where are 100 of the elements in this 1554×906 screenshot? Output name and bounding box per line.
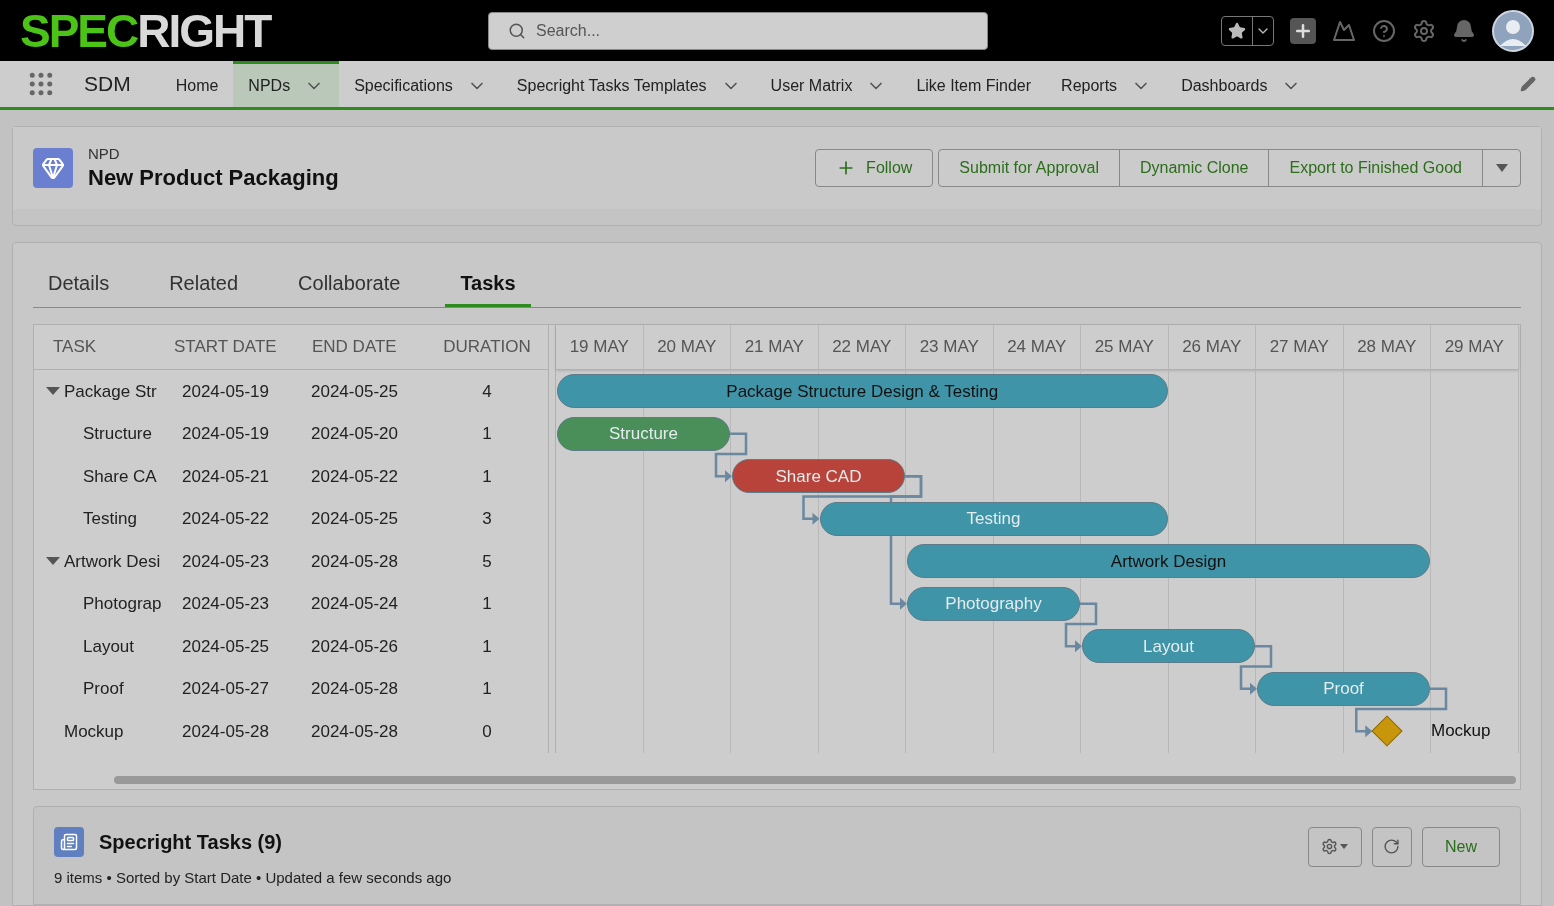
task-bar[interactable]: Artwork Design (907, 544, 1430, 579)
end-date: 2024-05-24 (311, 593, 399, 615)
duration: 1 (481, 678, 493, 700)
refresh-button[interactable] (1372, 826, 1412, 867)
day-header: 19 MAY (556, 325, 644, 369)
task-list-icon (54, 826, 84, 857)
notifications-icon[interactable] (1452, 18, 1476, 43)
start-date: 2024-05-19 (182, 380, 270, 403)
duration: 4 (481, 380, 493, 403)
start-date: 2024-05-27 (182, 678, 270, 700)
start-date: 2024-05-23 (182, 550, 270, 573)
settings-menu-button[interactable] (1308, 826, 1362, 867)
nav-tab[interactable]: Reports (1046, 61, 1167, 107)
star-icon (1228, 21, 1246, 40)
milestone-label: Mockup (1431, 720, 1491, 743)
nav-tab[interactable]: Specifications (339, 61, 502, 107)
avatar[interactable] (1492, 9, 1534, 52)
refresh-icon (1383, 838, 1401, 855)
day-header: 22 MAY (818, 325, 906, 369)
task-name: Structure (83, 423, 152, 445)
action-button[interactable]: Dynamic Clone (1118, 150, 1269, 186)
record-tab[interactable]: Related (154, 261, 254, 307)
record-tab[interactable]: Collaborate (283, 261, 416, 307)
settings-icon[interactable] (1412, 18, 1436, 43)
end-date: 2024-05-28 (311, 720, 399, 743)
end-date: 2024-05-26 (311, 635, 399, 658)
duration: 1 (481, 423, 493, 445)
task-name: Proof (83, 678, 124, 700)
duration: 3 (481, 508, 493, 530)
task-bar[interactable]: Share CAD (732, 459, 905, 494)
action-button[interactable]: Submit for Approval (939, 150, 1119, 186)
day-header: 20 MAY (643, 325, 731, 369)
start-date: 2024-05-28 (182, 720, 270, 743)
app-name: SDM (84, 71, 131, 98)
dependency-arrow (1064, 602, 1098, 653)
task-name: Mockup (64, 720, 124, 743)
task-name: Layout (83, 635, 135, 658)
column-header: END DATE (312, 336, 398, 359)
task-name: Share CA (83, 465, 157, 488)
start-date: 2024-05-25 (182, 635, 270, 658)
day-header: 26 MAY (1168, 325, 1256, 369)
duration: 5 (481, 550, 493, 573)
new-button[interactable]: New (1422, 826, 1500, 867)
end-date: 2024-05-28 (311, 678, 399, 700)
expand-triangle-icon[interactable] (46, 556, 60, 567)
day-header: 28 MAY (1343, 325, 1431, 369)
end-date: 2024-05-22 (311, 465, 399, 488)
mountain-icon[interactable] (1332, 18, 1356, 43)
caret-icon (1340, 844, 1349, 849)
duration: 0 (481, 720, 493, 743)
duration: 1 (481, 635, 493, 658)
add-button[interactable] (1290, 17, 1316, 44)
record-type: NPD (88, 144, 121, 164)
record-tab[interactable]: Tasks (445, 261, 531, 307)
record-title: New Product Packaging (88, 163, 339, 192)
column-header: DURATION (442, 336, 532, 359)
gem-icon (33, 148, 73, 188)
follow-button[interactable]: Follow (815, 149, 934, 187)
search-icon (508, 21, 526, 40)
nav-tab[interactable]: Like Item Finder (901, 61, 1047, 107)
record-tab[interactable]: Details (33, 261, 125, 307)
day-header: 24 MAY (993, 325, 1081, 369)
nav-tab[interactable]: Dashboards (1166, 61, 1317, 107)
related-list-summary: 9 items • Sorted by Start Date • Updated a few seconds ago (54, 867, 452, 888)
nav-tab[interactable]: NPDs (233, 61, 340, 107)
column-header: TASK (52, 336, 98, 359)
edit-icon[interactable] (1520, 76, 1536, 92)
dependency-arrow (1239, 645, 1273, 695)
caret-icon (1495, 164, 1508, 172)
day-header: 29 MAY (1431, 325, 1519, 369)
day-header: 25 MAY (1081, 325, 1169, 369)
nav-tab[interactable]: Home (160, 61, 234, 107)
search-field[interactable]: Search... (488, 11, 988, 50)
duration: 1 (481, 593, 493, 615)
expand-triangle-icon[interactable] (46, 386, 60, 397)
end-date: 2024-05-25 (311, 508, 399, 530)
duration: 1 (481, 465, 493, 488)
start-date: 2024-05-23 (182, 593, 270, 615)
start-date: 2024-05-22 (182, 508, 270, 530)
day-header: 27 MAY (1256, 325, 1344, 369)
task-bar[interactable]: Package Structure Design & Testing (557, 374, 1168, 409)
help-icon[interactable] (1372, 18, 1396, 43)
task-name: Photograp (83, 593, 162, 615)
column-header: START DATE (174, 336, 278, 359)
end-date: 2024-05-28 (311, 550, 399, 573)
start-date: 2024-05-21 (182, 465, 270, 488)
related-list-title[interactable]: Specright Tasks (9) (99, 826, 283, 857)
day-header: 23 MAY (906, 325, 994, 369)
nav-tab[interactable]: Specright Tasks Templates (501, 61, 756, 107)
end-date: 2024-05-25 (311, 380, 399, 403)
dependency-arrow (714, 432, 748, 483)
logo[interactable]: SPECRIGHT (20, 7, 488, 54)
nav-tab[interactable]: User Matrix (755, 61, 902, 107)
settings-icon (1321, 838, 1339, 855)
horizontal-scrollbar[interactable] (114, 775, 1516, 784)
action-button[interactable]: Export to Finished Good (1268, 150, 1482, 186)
task-name: Artwork Desi (64, 550, 161, 573)
favorites-button[interactable] (1221, 15, 1274, 46)
task-name: Testing (83, 508, 137, 530)
end-date: 2024-05-20 (311, 423, 399, 445)
